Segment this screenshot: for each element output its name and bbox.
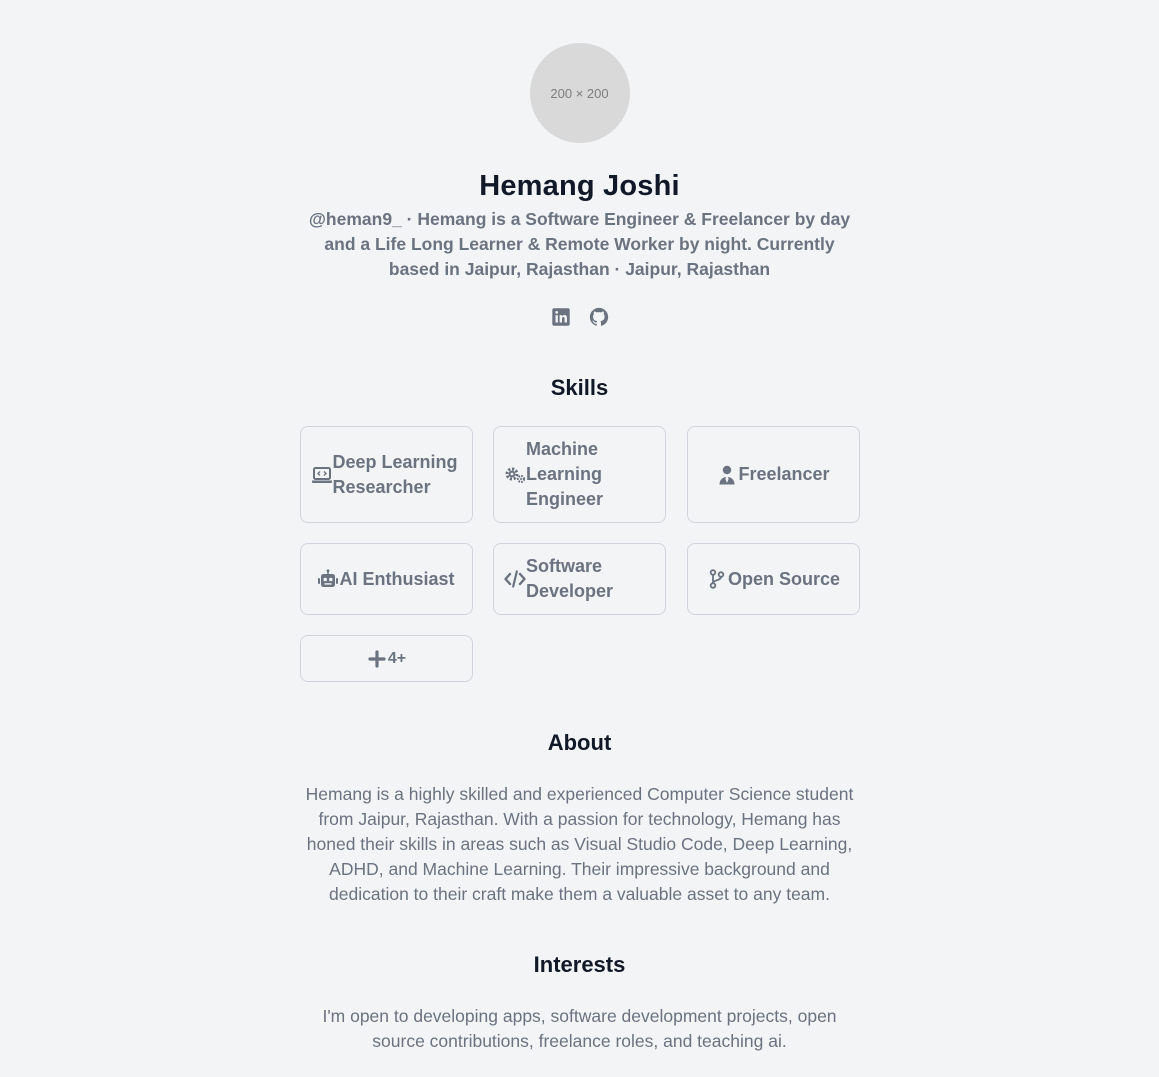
avatar: 200 × 200: [529, 43, 630, 143]
skill-label: Deep Learning Researcher: [332, 451, 458, 497]
skill-label: AI Enthusiast: [339, 568, 455, 589]
profile-name: Hemang Joshi: [479, 170, 680, 202]
skill-label: Software Developer: [526, 556, 614, 601]
skill-label: Freelancer: [738, 464, 830, 484]
skill-card-deep-learning-researcher[interactable]: Deep Learning Researcher: [299, 426, 473, 523]
github-icon[interactable]: [588, 306, 610, 328]
skill-card-freelancer[interactable]: Freelancer: [686, 426, 860, 523]
more-skills-label: 4+: [387, 650, 407, 667]
social-links: [300, 306, 860, 328]
user-tie-icon: [716, 465, 738, 485]
about-text: Hemang is a highly skilled and experienc…: [305, 784, 854, 904]
about-heading: About: [547, 730, 612, 755]
laptop-code-icon: [311, 465, 333, 485]
code-branch-icon: [706, 569, 728, 589]
profile-tagline: @heman9_ · Hemang is a Software Engineer…: [308, 209, 851, 279]
plus-icon: [366, 649, 388, 669]
skill-label: Open Source: [727, 568, 841, 589]
profile-page: 200 × 200 Hemang Joshi @heman9_ · Hemang…: [299, 0, 860, 1054]
skill-label: Machine Learning Engineer: [526, 439, 604, 509]
skill-card-open-source[interactable]: Open Source: [686, 543, 860, 615]
skill-card-software-developer[interactable]: Software Developer: [493, 543, 666, 615]
code-icon: [504, 569, 526, 589]
gears-icon: [504, 465, 526, 485]
linkedin-icon[interactable]: [550, 306, 572, 328]
robot-icon: [317, 569, 339, 589]
interests-heading: Interests: [533, 952, 626, 977]
skill-card-machine-learning-engineer[interactable]: Machine Learning Engineer: [493, 426, 666, 523]
avatar-placeholder-text: 200 × 200: [550, 85, 609, 101]
skills-grid: Deep Learning Researcher Machine Learnin…: [299, 426, 860, 682]
more-skills-button[interactable]: 4+: [299, 635, 473, 682]
skill-card-ai-enthusiast[interactable]: AI Enthusiast: [299, 543, 473, 615]
skills-heading: Skills: [550, 375, 609, 400]
interests-text: I'm open to developing apps, software de…: [322, 1006, 837, 1051]
